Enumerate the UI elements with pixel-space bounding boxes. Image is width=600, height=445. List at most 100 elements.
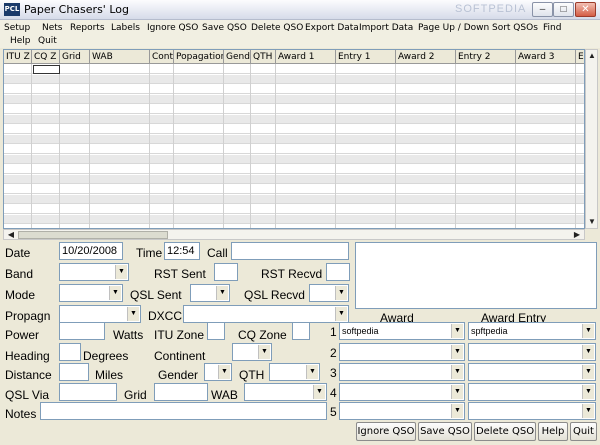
table-row[interactable] xyxy=(4,75,584,84)
qsl-via-field[interactable] xyxy=(59,383,117,401)
menu-nets[interactable]: Nets xyxy=(42,23,63,33)
scroll-left-icon[interactable]: ◀ xyxy=(5,230,17,240)
table-row[interactable] xyxy=(4,215,584,224)
award-entry-select[interactable]: spftpedia ▼ xyxy=(468,322,596,340)
table-row[interactable] xyxy=(4,165,584,174)
table-row[interactable] xyxy=(4,155,584,164)
menu-delete-qso[interactable]: Delete QSO xyxy=(251,23,303,33)
table-row[interactable] xyxy=(4,195,584,204)
menu-sort-qsos[interactable]: Sort QSOs xyxy=(492,23,538,33)
qsl-sent-label: QSL Sent xyxy=(130,288,182,302)
rst-recvd-field[interactable] xyxy=(326,263,350,281)
menu-page-up-down[interactable]: Page Up / Down xyxy=(418,23,489,33)
table-row[interactable] xyxy=(4,125,584,134)
table-row[interactable] xyxy=(4,175,584,184)
table-row[interactable] xyxy=(4,95,584,104)
power-field[interactable] xyxy=(59,322,105,340)
award-select[interactable]: ▼ xyxy=(339,402,465,420)
table-row[interactable] xyxy=(4,65,584,74)
col-header-entry-3[interactable]: E xyxy=(576,50,584,64)
award-entry-select[interactable]: ▼ xyxy=(468,383,596,401)
col-header-itu-zone[interactable]: ITU Z xyxy=(4,50,32,64)
qsl-recvd-select[interactable]: ▼ xyxy=(309,284,349,302)
date-field[interactable]: 10/20/2008 xyxy=(59,242,123,260)
table-row[interactable] xyxy=(4,185,584,194)
grid-column-divider xyxy=(335,64,336,228)
table-row[interactable] xyxy=(4,115,584,124)
col-header-propagation[interactable]: Popagation xyxy=(174,50,224,64)
menu-reports[interactable]: Reports xyxy=(70,23,105,33)
qth-select[interactable]: ▼ xyxy=(269,363,320,381)
col-header-award-1[interactable]: Award 1 xyxy=(276,50,336,64)
col-header-cq-zone[interactable]: CQ Z xyxy=(32,50,60,64)
col-header-wab[interactable]: WAB xyxy=(90,50,150,64)
grid-column-divider xyxy=(173,64,174,228)
dxcc-select[interactable]: ▼ xyxy=(183,305,349,323)
ignore-qso-button[interactable]: Ignore QSO xyxy=(356,422,416,441)
help-button[interactable]: Help xyxy=(538,422,568,441)
continent-select[interactable]: ▼ xyxy=(232,343,272,361)
grid-vertical-scrollbar[interactable]: ▲ ▼ xyxy=(585,49,598,229)
award-select[interactable]: ▼ xyxy=(339,383,465,401)
col-header-award-3[interactable]: Award 3 xyxy=(516,50,576,64)
menu-export-data[interactable]: Export Data xyxy=(305,23,359,33)
comments-box[interactable] xyxy=(355,242,597,309)
menu-find[interactable]: Find xyxy=(543,23,561,33)
propagation-select[interactable]: ▼ xyxy=(59,305,141,323)
award-select[interactable]: ▼ xyxy=(339,363,465,381)
grid-horizontal-scrollbar[interactable]: ◀ ▶ xyxy=(3,229,585,240)
distance-field[interactable] xyxy=(59,363,89,381)
band-select[interactable]: ▼ xyxy=(59,263,129,281)
time-field[interactable]: 12:54 xyxy=(164,242,200,260)
notes-field[interactable] xyxy=(40,402,327,420)
quit-button[interactable]: Quit xyxy=(570,422,597,441)
maximize-button[interactable]: □ xyxy=(553,2,574,17)
award-entry-value: spftpedia xyxy=(471,326,508,336)
scroll-right-icon[interactable]: ▶ xyxy=(571,230,583,240)
award-entry-select[interactable]: ▼ xyxy=(468,363,596,381)
menu-import-data[interactable]: Import Data xyxy=(359,23,413,33)
menu-quit[interactable]: Quit xyxy=(38,36,57,46)
col-header-entry-2[interactable]: Entry 2 xyxy=(456,50,516,64)
qsl-sent-select[interactable]: ▼ xyxy=(190,284,230,302)
mode-select[interactable]: ▼ xyxy=(59,284,123,302)
delete-qso-button[interactable]: Delete QSO xyxy=(474,422,536,441)
col-header-cont[interactable]: Cont xyxy=(150,50,174,64)
table-row[interactable] xyxy=(4,105,584,114)
grid-field[interactable] xyxy=(154,383,208,401)
award-entry-select[interactable]: ▼ xyxy=(468,402,596,420)
wab-select[interactable]: ▼ xyxy=(244,383,327,401)
menu-help[interactable]: Help xyxy=(10,36,31,46)
scroll-up-icon[interactable]: ▲ xyxy=(586,51,598,61)
col-header-gend[interactable]: Gend xyxy=(224,50,251,64)
gender-select[interactable]: ▼ xyxy=(204,363,232,381)
minimize-button[interactable]: – xyxy=(532,2,553,17)
award-entry-select[interactable]: ▼ xyxy=(468,343,596,361)
cq-zone-field[interactable] xyxy=(292,322,310,340)
menu-labels[interactable]: Labels xyxy=(111,23,140,33)
award-select[interactable]: ▼ xyxy=(339,343,465,361)
table-row[interactable] xyxy=(4,135,584,144)
table-row[interactable] xyxy=(4,145,584,154)
scroll-thumb[interactable] xyxy=(18,231,168,239)
col-header-qth[interactable]: QTH xyxy=(251,50,276,64)
scroll-down-icon[interactable]: ▼ xyxy=(586,217,598,227)
award-select[interactable]: softpedia ▼ xyxy=(339,322,465,340)
col-header-grid[interactable]: Grid xyxy=(60,50,90,64)
menu-ignore-qso[interactable]: Ignore QSO xyxy=(147,23,198,33)
save-qso-button[interactable]: Save QSO xyxy=(418,422,472,441)
table-row[interactable] xyxy=(4,205,584,214)
close-button[interactable]: ✕ xyxy=(575,2,596,17)
qso-grid[interactable]: ITU Z CQ Z Grid WAB Cont Popagation Gend… xyxy=(3,49,585,229)
grid-column-divider xyxy=(223,64,224,228)
col-header-entry-1[interactable]: Entry 1 xyxy=(336,50,396,64)
table-row[interactable] xyxy=(4,85,584,94)
itu-zone-field[interactable] xyxy=(207,322,225,340)
menu-save-qso[interactable]: Save QSO xyxy=(202,23,247,33)
rst-sent-field[interactable] xyxy=(214,263,238,281)
menu-setup[interactable]: Setup xyxy=(4,23,30,33)
call-field[interactable] xyxy=(231,242,349,260)
heading-field[interactable] xyxy=(59,343,81,361)
col-header-award-2[interactable]: Award 2 xyxy=(396,50,456,64)
selected-cell[interactable] xyxy=(33,65,60,74)
